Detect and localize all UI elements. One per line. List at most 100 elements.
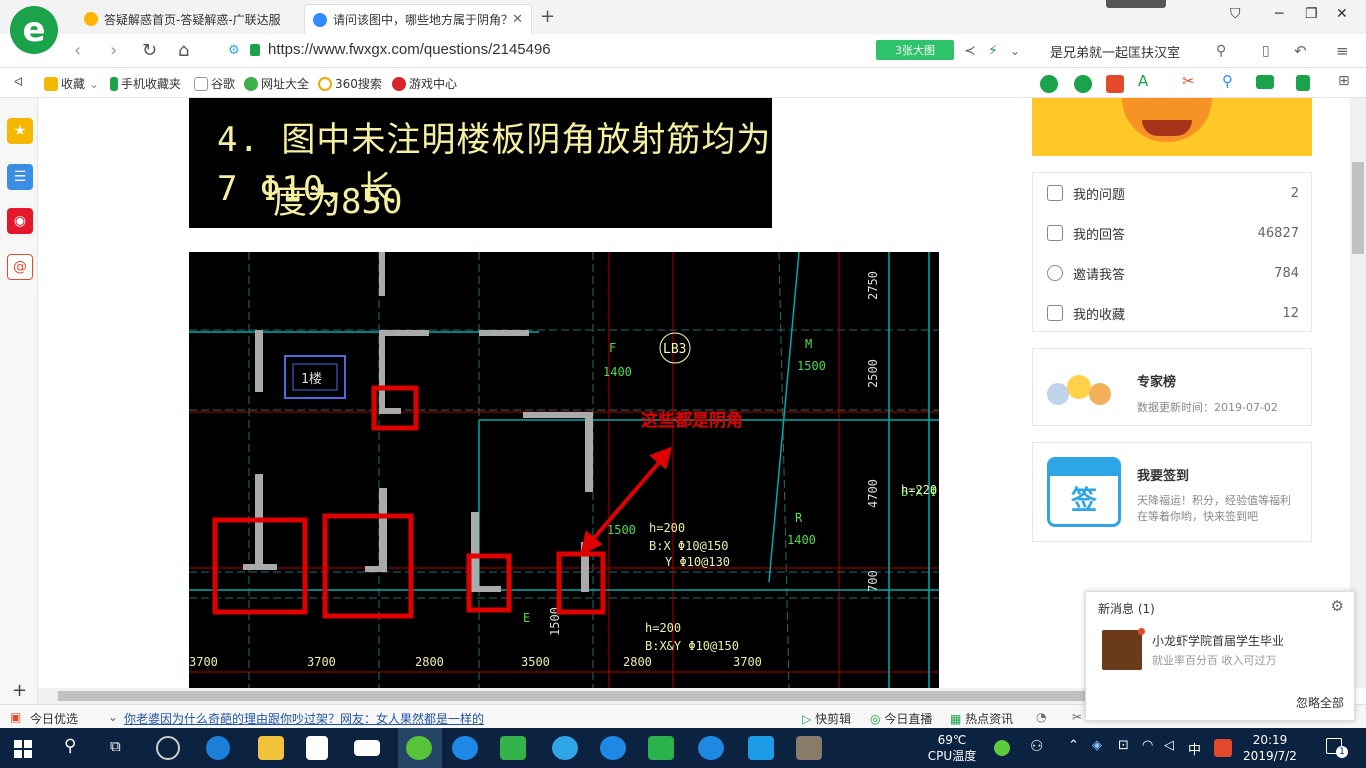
ext-shield-icon[interactable] <box>1296 75 1313 91</box>
windows-start-icon[interactable] <box>14 740 32 758</box>
ext-search-icon[interactable]: ⚲ <box>1222 72 1233 90</box>
tab-favicon-icon <box>84 12 98 26</box>
edge-icon[interactable] <box>206 736 230 760</box>
file-explorer-icon[interactable] <box>258 736 284 760</box>
ext-translate-icon[interactable]: A <box>1138 72 1148 90</box>
timer-icon[interactable]: ◔ <box>1036 710 1046 724</box>
weibo-icon[interactable]: ◉ <box>7 208 33 234</box>
forward-icon[interactable]: › <box>110 40 117 61</box>
clock[interactable]: 20:19 2019/7/2 <box>1240 732 1300 764</box>
today-picks[interactable]: 今日优选 <box>30 710 78 727</box>
ie-icon[interactable] <box>600 736 626 760</box>
restore-icon[interactable]: ❐ <box>1305 6 1318 22</box>
add-sidebar-icon[interactable]: + <box>12 680 27 701</box>
cad-label: 3700 <box>189 655 218 669</box>
collapse-sidebar-icon[interactable]: ᐊ <box>14 75 23 89</box>
ext-scissors-icon[interactable]: ✂ <box>1182 72 1195 90</box>
iqiyi-icon[interactable] <box>648 736 674 760</box>
ext-gamepad-icon[interactable] <box>1256 75 1277 89</box>
phone-icon[interactable]: ▯ <box>1262 43 1270 59</box>
volume-icon[interactable]: ◁ <box>1164 738 1174 753</box>
globe-icon <box>244 76 258 91</box>
tab-home[interactable]: 答疑解惑首页-答疑解惑-广联达服 <box>76 4 304 34</box>
ext-tv-icon[interactable] <box>1106 75 1127 93</box>
shirt-icon[interactable]: ⛉ <box>1230 6 1241 22</box>
back-icon[interactable]: ‹ <box>74 40 81 61</box>
search-input[interactable]: 是兄弟就一起匡扶汉室 <box>1050 42 1180 61</box>
lightning-icon[interactable]: ⚡ <box>988 43 998 59</box>
taskbar-app-icon[interactable] <box>156 736 180 760</box>
ignore-all-button[interactable]: 忽略全部 <box>1296 694 1344 711</box>
ext-assist-icon[interactable] <box>1074 75 1095 93</box>
bookmark-games[interactable]: 游戏中心 <box>392 75 457 92</box>
big-image-button[interactable]: 3张大图 <box>876 40 954 60</box>
tools-icon[interactable]: ✂ <box>1072 710 1082 724</box>
image-viewer-icon[interactable] <box>796 736 822 760</box>
people-icon[interactable]: ⚇ <box>1030 737 1043 755</box>
ime-indicator[interactable]: 中 <box>1188 739 1201 758</box>
menu-icon[interactable]: ≡ <box>1336 42 1349 60</box>
chevron-down-icon[interactable]: ⌄ <box>1010 44 1020 58</box>
signin-card[interactable]: 签 我要签到 天降福运！积分，经验值等福利在等着你哟，快来签到吧 <box>1032 442 1312 542</box>
radiation-icon[interactable] <box>994 740 1010 756</box>
bookmark-mobile[interactable]: 手机收藏夹 <box>110 75 181 92</box>
mail-icon[interactable]: @ <box>7 254 33 280</box>
row-label: 我的收藏 <box>1073 307 1126 323</box>
minimize-icon[interactable]: ─ <box>1275 6 1283 22</box>
bookmark-favorites[interactable]: 收藏 ⌄ <box>44 75 99 92</box>
window-indicator <box>1106 0 1166 8</box>
ext-apps-icon[interactable]: ⊞ <box>1338 73 1350 89</box>
reading-list-icon[interactable]: ☰ <box>7 164 33 190</box>
scrollbar-thumb[interactable] <box>1352 162 1364 254</box>
new-tab-icon[interactable]: + <box>540 6 555 27</box>
temp-label: CPU温度 <box>927 749 977 763</box>
undo-icon[interactable]: ↶ <box>1294 42 1307 60</box>
close-window-icon[interactable]: ✕ <box>1336 6 1348 22</box>
hot-news[interactable]: ▦ 热点资讯 <box>950 710 1013 727</box>
my-answers-row[interactable]: 我的回答 46827 <box>1047 223 1299 243</box>
scrollbar-thumb[interactable] <box>58 691 1108 701</box>
glodon-icon[interactable] <box>698 736 724 760</box>
device-icon[interactable]: ⊡ <box>1118 738 1129 753</box>
bookmark-sites[interactable]: 网址大全 <box>244 75 309 92</box>
ext-wechat-icon[interactable] <box>1040 75 1061 93</box>
tab-question[interactable]: 请问该图中，哪些地方属于阴角？ ✕ <box>304 4 532 34</box>
search-icon[interactable]: ⚲ <box>64 736 76 756</box>
my-favorites-row[interactable]: 我的收藏 12 <box>1047 303 1299 323</box>
mail-icon[interactable] <box>354 740 380 756</box>
tray-chevron-icon[interactable]: ⌃ <box>1068 738 1079 753</box>
live-today[interactable]: ◎ 今日直播 <box>870 710 932 727</box>
video-player-icon[interactable] <box>500 736 526 760</box>
search-icon[interactable]: ⚲ <box>1216 43 1226 59</box>
360-browser-icon[interactable] <box>406 736 432 760</box>
cad-label: 4700 <box>866 479 880 508</box>
bookmark-360search[interactable]: 360搜索 <box>318 75 382 92</box>
wifi-icon[interactable]: ◠ <box>1142 738 1153 753</box>
store-icon[interactable] <box>306 736 328 760</box>
text-app-icon[interactable] <box>748 736 774 760</box>
my-questions-row[interactable]: 我的问题 2 <box>1047 183 1299 203</box>
sogou-ime-icon[interactable] <box>1214 739 1232 757</box>
quick-edit[interactable]: ▷ 快剪辑 <box>802 710 851 727</box>
settings-gear-icon[interactable]: ⚙ <box>1331 597 1344 615</box>
bookmark-google[interactable]: 谷歌 <box>194 75 235 92</box>
page-icon <box>194 76 208 91</box>
close-tab-icon[interactable]: ✕ <box>512 12 523 27</box>
media-icon[interactable] <box>552 736 578 760</box>
notification-message[interactable]: 小龙虾学院首届学生毕业 <box>1152 632 1284 649</box>
sogou-icon[interactable] <box>452 736 478 760</box>
news-ticker[interactable]: 你老婆因为什么奇葩的理由跟你吵过架？网友：女人果然都是一样的 <box>124 710 484 727</box>
cad-label: 3700 <box>307 655 336 669</box>
expert-ranking-card[interactable]: 专家榜 数据更新时间：2019-07-02 <box>1032 348 1312 426</box>
phone-icon <box>110 76 118 91</box>
share-icon[interactable]: ≺ <box>964 43 976 59</box>
refresh-icon[interactable]: ↻ <box>142 40 157 61</box>
invitations-row[interactable]: 邀请我答 784 <box>1047 263 1299 283</box>
network-box-icon[interactable]: ◈ <box>1092 738 1102 753</box>
expert-subtitle: 数据更新时间：2019-07-02 <box>1137 401 1278 414</box>
task-view-icon[interactable]: ⧉ <box>110 737 121 755</box>
url-input[interactable]: https://www.fwxgx.com/questions/2145496 <box>268 41 551 58</box>
home-icon[interactable]: ⌂ <box>178 40 189 61</box>
tab-label: 答疑解惑首页-答疑解惑-广联达服 <box>104 12 281 27</box>
favorites-icon[interactable]: ★ <box>7 118 33 144</box>
